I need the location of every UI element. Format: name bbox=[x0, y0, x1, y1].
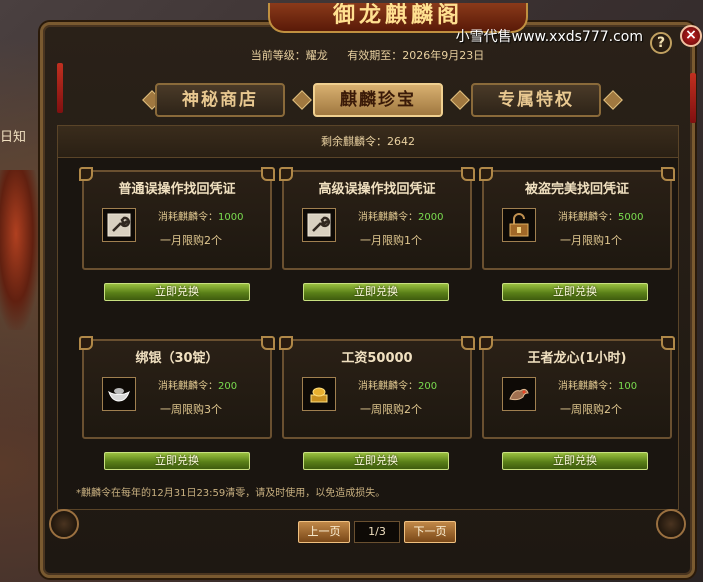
cost-label: 消耗麒麟令： bbox=[358, 212, 418, 223]
watermark-text: 小雪代售www.xxds777.com bbox=[455, 29, 643, 45]
cost-value: 1000 bbox=[218, 212, 244, 223]
item-card: 绑银（30锭） 消耗麒麟令：200 一周限购3个 bbox=[79, 336, 275, 439]
item-cost: 消耗麒麟令：5000 bbox=[558, 208, 643, 223]
item-cost: 消耗麒麟令：200 bbox=[158, 377, 237, 392]
corner-ornament bbox=[49, 509, 79, 539]
help-button[interactable]: ? bbox=[650, 32, 672, 54]
tab-ornament bbox=[292, 90, 312, 110]
cost-label: 消耗麒麟令： bbox=[158, 381, 218, 392]
wrench-icon bbox=[302, 208, 336, 242]
cost-value: 200 bbox=[218, 381, 238, 392]
reset-notice: *麒麟令在每年的12月31日23:59清零，请及时使用，以免造成损失。 bbox=[76, 488, 386, 499]
wrench-icon bbox=[102, 208, 136, 242]
prev-page-button[interactable]: 上一页 bbox=[298, 521, 350, 543]
item-limit: 一月限购2个 bbox=[160, 234, 222, 247]
left-tassel-ornament bbox=[57, 63, 63, 113]
item-title: 绑银（30锭） bbox=[135, 351, 219, 366]
item-limit: 一月限购1个 bbox=[560, 234, 622, 247]
tab-bar: 神秘商店 麒麟珍宝 专属特权 bbox=[142, 83, 623, 123]
item-limit: 一月限购1个 bbox=[360, 234, 422, 247]
silver-ingot-icon bbox=[102, 377, 136, 411]
item-title: 普通误操作找回凭证 bbox=[118, 182, 236, 197]
tab-exclusive-privileges[interactable]: 专属特权 bbox=[471, 83, 601, 117]
item-title: 高级误操作找回凭证 bbox=[318, 182, 436, 197]
item-cost: 消耗麒麟令：100 bbox=[558, 377, 637, 392]
qilin-pavilion-window: 御龙麒麟阁 当前等级：耀龙 有效期至：2026年9月23日 ? × 神秘商店 麒… bbox=[40, 3, 702, 578]
current-level-text: 当前等级：耀龙 bbox=[250, 49, 328, 62]
item-limit: 一周限购3个 bbox=[160, 403, 222, 416]
item-card: 工资50000 消耗麒麟令：200 一周限购2个 bbox=[279, 336, 475, 439]
tab-ornament bbox=[450, 90, 470, 110]
redeem-button[interactable]: 立即兑换 bbox=[303, 452, 449, 470]
redeem-button[interactable]: 立即兑换 bbox=[104, 283, 250, 301]
tab-qilin-treasure[interactable]: 麒麟珍宝 bbox=[313, 83, 443, 117]
background-character bbox=[0, 170, 40, 330]
item-cost: 消耗麒麟令：2000 bbox=[358, 208, 443, 223]
cost-label: 消耗麒麟令： bbox=[558, 212, 618, 223]
dragon-icon bbox=[502, 377, 536, 411]
corner-ornament bbox=[656, 509, 686, 539]
remaining-tokens-text: 剩余麒麟令：2642 bbox=[58, 126, 678, 158]
cost-value: 200 bbox=[418, 381, 438, 392]
expiry-text: 有效期至：2026年9月23日 bbox=[347, 49, 485, 62]
item-limit: 一周限购2个 bbox=[360, 403, 422, 416]
status-line: 当前等级：耀龙 有效期至：2026年9月23日 bbox=[43, 47, 692, 63]
item-card: 高级误操作找回凭证 消耗麒麟令：2000 一月限购1个 bbox=[279, 167, 475, 270]
item-card: 普通误操作找回凭证 消耗麒麟令：1000 一月限购2个 bbox=[79, 167, 275, 270]
gold-ingot-icon bbox=[302, 377, 336, 411]
item-limit: 一周限购2个 bbox=[560, 403, 622, 416]
right-tassel-ornament bbox=[690, 73, 696, 123]
cost-label: 消耗麒麟令： bbox=[158, 212, 218, 223]
item-card: 王者龙心(1小时) 消耗麒麟令：100 一周限购2个 bbox=[479, 336, 675, 439]
cost-value: 100 bbox=[618, 381, 638, 392]
item-title: 王者龙心(1小时) bbox=[527, 351, 627, 366]
redeem-button[interactable]: 立即兑换 bbox=[303, 283, 449, 301]
redeem-button[interactable]: 立即兑换 bbox=[502, 283, 648, 301]
cost-value: 2000 bbox=[418, 212, 444, 223]
item-title: 工资50000 bbox=[341, 351, 413, 366]
cost-value: 5000 bbox=[618, 212, 644, 223]
item-cost: 消耗麒麟令：200 bbox=[358, 377, 437, 392]
cost-label: 消耗麒麟令： bbox=[358, 381, 418, 392]
item-card: 被盗完美找回凭证 消耗麒麟令：5000 一月限购1个 bbox=[479, 167, 675, 270]
page-indicator: 1/3 bbox=[354, 521, 400, 543]
close-button[interactable]: × bbox=[680, 25, 702, 47]
tab-mystery-shop[interactable]: 神秘商店 bbox=[155, 83, 285, 117]
background-side-label: 日知 bbox=[0, 130, 27, 145]
redeem-button[interactable]: 立即兑换 bbox=[104, 452, 250, 470]
redeem-button[interactable]: 立即兑换 bbox=[502, 452, 648, 470]
next-page-button[interactable]: 下一页 bbox=[404, 521, 456, 543]
item-title: 被盗完美找回凭证 bbox=[524, 182, 629, 197]
treasure-content: 剩余麒麟令：2642 普通误操作找回凭证 消耗麒麟令：1000 一月限购2个 高… bbox=[57, 125, 679, 510]
unlocked-box-icon bbox=[502, 208, 536, 242]
tab-ornament bbox=[603, 90, 623, 110]
item-cost: 消耗麒麟令：1000 bbox=[158, 208, 243, 223]
cost-label: 消耗麒麟令： bbox=[558, 381, 618, 392]
